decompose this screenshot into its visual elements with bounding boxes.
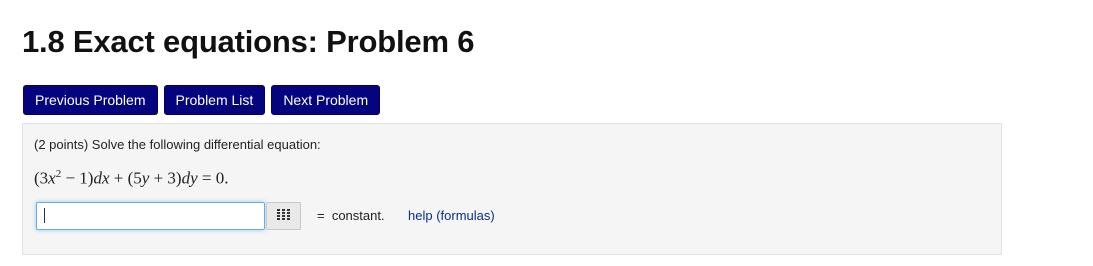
- eq-rhs: = 0.: [197, 168, 229, 188]
- previous-problem-button[interactable]: Previous Problem: [23, 85, 158, 115]
- eq-open: (3: [34, 168, 49, 188]
- page-title: 1.8 Exact equations: Problem 6: [22, 24, 475, 59]
- eq-var-x: x: [48, 168, 56, 188]
- next-problem-button[interactable]: Next Problem: [271, 85, 381, 115]
- eq-dy: dy: [181, 168, 198, 188]
- problem-box: (2 points) Solve the following different…: [22, 123, 1002, 255]
- eq-plus-open: + (5: [109, 168, 142, 188]
- differential-equation: (3x2 − 1)dx + (5y + 3)dy = 0.: [34, 168, 228, 189]
- text-caret: [44, 208, 45, 223]
- eq-plus-three: + 3): [149, 168, 182, 188]
- answer-suffix: = constant.: [317, 208, 385, 223]
- equation-editor-button[interactable]: [266, 202, 301, 230]
- help-formulas-link[interactable]: help (formulas): [408, 208, 495, 223]
- eq-dx: dx: [93, 168, 110, 188]
- grid-icon: [276, 207, 291, 225]
- eq-minus-one: − 1): [61, 168, 94, 188]
- problem-nav: Previous Problem Problem List Next Probl…: [23, 85, 381, 115]
- problem-intro: (2 points) Solve the following different…: [34, 137, 321, 152]
- answer-input[interactable]: [36, 202, 265, 230]
- problem-list-button[interactable]: Problem List: [163, 85, 266, 115]
